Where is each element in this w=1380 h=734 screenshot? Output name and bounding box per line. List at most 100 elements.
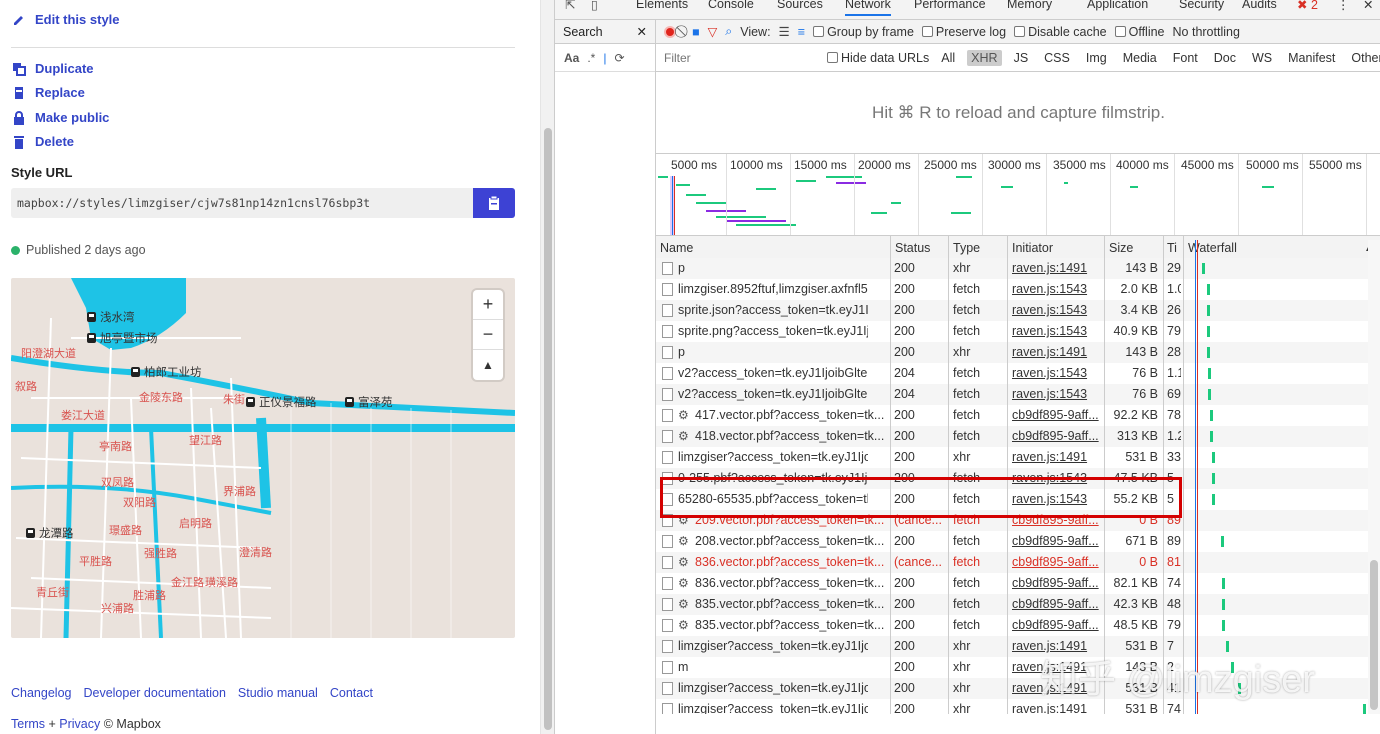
- request-initiator[interactable]: raven.js:1491: [1012, 702, 1102, 714]
- request-initiator[interactable]: cb9df895-9aff...: [1012, 576, 1102, 590]
- request-row[interactable]: ⚙ 417.vector.pbf?access_token=tk... 200 fet…: [656, 405, 1368, 426]
- request-row[interactable]: 0-255.pbf?access_token=tk.eyJ1Ijoi... 200…: [656, 468, 1368, 489]
- zoom-in-button[interactable]: +: [473, 290, 503, 320]
- record-icon[interactable]: [664, 25, 676, 38]
- checkbox-icon[interactable]: [813, 25, 825, 37]
- terms-link[interactable]: Terms: [11, 717, 45, 731]
- filter-media[interactable]: Media: [1119, 50, 1161, 66]
- offline-option[interactable]: Offline: [1114, 25, 1165, 39]
- row-checkbox[interactable]: [662, 262, 673, 275]
- delete-button[interactable]: Delete: [12, 134, 74, 149]
- row-checkbox[interactable]: [662, 304, 673, 317]
- request-row[interactable]: ⚙ 836.vector.pbf?access_token=tk... 200 fet…: [656, 573, 1368, 594]
- request-row[interactable]: limzgiser?access_token=tk.eyJ1Ijoi... 200…: [656, 447, 1368, 468]
- row-checkbox[interactable]: [662, 598, 673, 611]
- hide-data-urls-option[interactable]: Hide data URLs: [827, 51, 929, 65]
- request-name[interactable]: v2?access_token=tk.eyJ1IjoibGltem...: [678, 387, 868, 401]
- request-row[interactable]: sprite.json?access_token=tk.eyJ1Ijo... 20…: [656, 300, 1368, 321]
- request-name[interactable]: p: [678, 261, 868, 275]
- row-checkbox[interactable]: [662, 493, 673, 506]
- request-name[interactable]: limzgiser?access_token=tk.eyJ1Ijoi...: [678, 702, 868, 714]
- request-row[interactable]: v2?access_token=tk.eyJ1IjoibGltem... 204 f…: [656, 363, 1368, 384]
- request-initiator[interactable]: cb9df895-9aff...: [1012, 429, 1102, 443]
- contact-link[interactable]: Contact: [330, 686, 373, 700]
- checkbox-icon[interactable]: [827, 51, 838, 63]
- request-initiator[interactable]: raven.js:1543: [1012, 471, 1102, 485]
- row-checkbox[interactable]: [662, 661, 673, 674]
- privacy-link[interactable]: Privacy: [59, 717, 100, 731]
- style-url-value[interactable]: mapbox://styles/limzgiser/cjw7s81np14zn1…: [11, 196, 473, 210]
- developer-docs-link[interactable]: Developer documentation: [83, 686, 225, 700]
- request-name[interactable]: 209.vector.pbf?access_token=tk...: [695, 513, 885, 527]
- row-checkbox[interactable]: [662, 388, 673, 401]
- tab-security[interactable]: Security: [1179, 0, 1224, 11]
- timeline-overview[interactable]: 5000 ms 10000 ms 15000 ms 20000 ms 25000…: [656, 154, 1380, 236]
- left-scrollbar[interactable]: [540, 0, 554, 734]
- scrollbar-thumb[interactable]: [544, 128, 552, 730]
- tab-memory[interactable]: Memory: [1007, 0, 1052, 11]
- preserve-log-option[interactable]: Preserve log: [921, 25, 1006, 39]
- inspect-icon[interactable]: ⇱: [565, 0, 575, 12]
- request-initiator[interactable]: cb9df895-9aff...: [1012, 597, 1102, 611]
- changelog-link[interactable]: Changelog: [11, 686, 71, 700]
- waterfall-view-icon[interactable]: ≡: [798, 25, 805, 39]
- filter-js[interactable]: JS: [1010, 50, 1033, 66]
- style-url-field[interactable]: mapbox://styles/limzgiser/cjw7s81np14zn1…: [11, 188, 515, 218]
- compass-button[interactable]: ▲: [473, 350, 503, 380]
- request-initiator[interactable]: raven.js:1543: [1012, 282, 1102, 296]
- row-checkbox[interactable]: [662, 535, 673, 548]
- row-checkbox[interactable]: [662, 703, 673, 714]
- request-name[interactable]: m: [678, 660, 868, 674]
- request-row[interactable]: p 200 xhr raven.js:1491 143 B 28: [656, 342, 1368, 363]
- tab-audits[interactable]: Audits: [1242, 0, 1277, 11]
- checkbox-icon[interactable]: [1014, 25, 1026, 37]
- request-initiator[interactable]: raven.js:1543: [1012, 492, 1102, 506]
- tab-application[interactable]: Application: [1087, 0, 1148, 11]
- request-initiator[interactable]: raven.js:1543: [1012, 303, 1102, 317]
- edit-style-link[interactable]: Edit this style: [12, 12, 120, 27]
- tab-network[interactable]: Network: [845, 0, 891, 16]
- request-name[interactable]: 65280-65535.pbf?access_token=tk....: [678, 492, 868, 506]
- filter-font[interactable]: Font: [1169, 50, 1202, 66]
- request-name[interactable]: 835.vector.pbf?access_token=tk...: [695, 597, 885, 611]
- request-row[interactable]: ⚙ 836.vector.pbf?access_token=tk... (cance…: [656, 552, 1368, 573]
- request-name[interactable]: limzgiser?access_token=tk.eyJ1Ijoi...: [678, 639, 868, 653]
- row-checkbox[interactable]: [662, 556, 673, 569]
- row-checkbox[interactable]: [662, 346, 673, 359]
- request-name[interactable]: limzgiser?access_token=tk.eyJ1Ijoi...: [678, 681, 868, 695]
- row-checkbox[interactable]: [662, 619, 673, 632]
- refresh-icon[interactable]: ⟳: [614, 51, 624, 65]
- group-by-frame-option[interactable]: Group by frame: [813, 25, 914, 39]
- checkbox-icon[interactable]: [1114, 25, 1126, 37]
- request-initiator[interactable]: cb9df895-9aff...: [1012, 555, 1102, 569]
- request-initiator[interactable]: raven.js:1543: [1012, 387, 1102, 401]
- request-initiator[interactable]: raven.js:1543: [1012, 366, 1102, 380]
- filter-ws[interactable]: WS: [1248, 50, 1276, 66]
- copy-url-button[interactable]: [473, 188, 515, 218]
- match-case-toggle[interactable]: Aa: [564, 51, 579, 65]
- regex-toggle[interactable]: .*: [587, 51, 595, 65]
- row-checkbox[interactable]: [662, 325, 673, 338]
- filter-other[interactable]: Other: [1347, 50, 1380, 66]
- list-view-icon[interactable]: ☰: [779, 24, 790, 39]
- filter-xhr[interactable]: XHR: [967, 49, 1002, 66]
- request-name[interactable]: v2?access_token=tk.eyJ1IjoibGltem...: [678, 366, 868, 380]
- tab-elements[interactable]: Elements: [636, 0, 688, 11]
- error-count-badge[interactable]: ✖ 2: [1297, 0, 1318, 12]
- request-initiator[interactable]: raven.js:1491: [1012, 345, 1102, 359]
- checkbox-icon[interactable]: [921, 25, 933, 37]
- requests-scrollbar[interactable]: [1368, 240, 1380, 714]
- tab-sources[interactable]: Sources: [777, 0, 823, 11]
- row-checkbox[interactable]: [662, 430, 673, 443]
- row-checkbox[interactable]: [662, 283, 673, 296]
- row-checkbox[interactable]: [662, 409, 673, 422]
- disable-cache-option[interactable]: Disable cache: [1014, 25, 1107, 39]
- filter-css[interactable]: CSS: [1040, 50, 1074, 66]
- filter-icon[interactable]: ▽: [708, 24, 718, 39]
- tab-console[interactable]: Console: [708, 0, 754, 11]
- more-menu-icon[interactable]: ⋮: [1337, 0, 1350, 12]
- close-search-icon[interactable]: ✕: [637, 24, 647, 39]
- request-name[interactable]: 836.vector.pbf?access_token=tk...: [695, 576, 885, 590]
- make-public-button[interactable]: Make public: [12, 110, 109, 125]
- request-row[interactable]: 65280-65535.pbf?access_token=tk.... 200 fe…: [656, 489, 1368, 510]
